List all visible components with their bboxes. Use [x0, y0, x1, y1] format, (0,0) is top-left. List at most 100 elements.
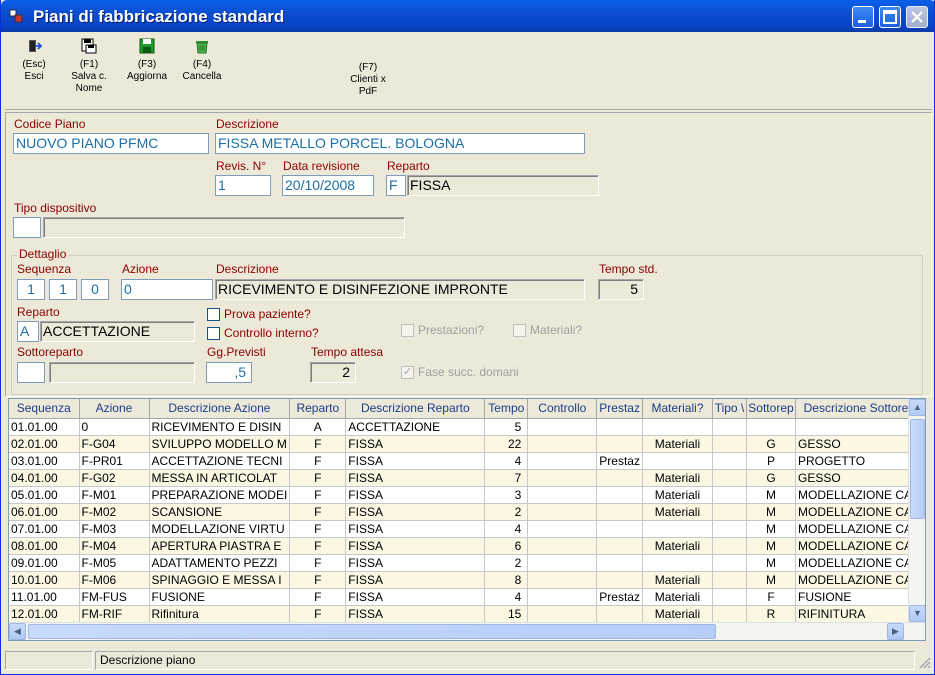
column-header[interactable]: Azione [79, 399, 150, 419]
table-cell[interactable]: 4 [484, 520, 529, 538]
table-cell[interactable]: FM-RIF [79, 605, 150, 623]
table-cell[interactable] [642, 452, 713, 470]
table-cell[interactable]: 11.01.00 [9, 588, 80, 606]
scroll-down-button[interactable]: ▼ [909, 605, 925, 622]
table-cell[interactable]: FISSA [345, 520, 486, 538]
table-cell[interactable]: RICEVIMENTO E DISIN [149, 418, 291, 436]
table-cell[interactable]: F [289, 452, 347, 470]
column-header[interactable]: Descrizione Reparto [345, 399, 486, 419]
table-cell[interactable]: MODELLAZIONE VIRTU [149, 520, 291, 538]
column-header[interactable]: Controllo [527, 399, 598, 419]
table-cell[interactable]: FISSA [345, 503, 486, 521]
table-cell[interactable]: MESSA IN ARTICOLAT [149, 469, 291, 487]
table-cell[interactable]: F-G02 [79, 469, 150, 487]
sequenza-2-field[interactable]: 1 [49, 279, 77, 300]
table-cell[interactable]: R [746, 605, 796, 623]
table-cell[interactable]: Rifinitura [149, 605, 291, 623]
table-cell[interactable] [712, 469, 747, 487]
reparto-code-field[interactable]: F [386, 175, 406, 196]
table-cell[interactable] [527, 469, 598, 487]
update-button[interactable]: (F3) Aggiorna [123, 38, 171, 83]
vertical-scrollbar[interactable]: ▲ ▼ [908, 399, 925, 623]
table-cell[interactable]: ACCETTAZIONE [345, 418, 486, 436]
table-cell[interactable] [712, 418, 747, 436]
column-header[interactable]: Tempo [484, 399, 529, 419]
table-cell[interactable]: FISSA [345, 537, 486, 555]
table-cell[interactable]: Materiali [642, 469, 713, 487]
table-cell[interactable]: F [289, 469, 347, 487]
table-cell[interactable]: F-M03 [79, 520, 150, 538]
table-cell[interactable]: 5 [484, 418, 529, 436]
title-bar[interactable]: Piani di fabbricazione standard [1, 0, 934, 32]
delete-button[interactable]: (F4) Cancella [179, 38, 225, 83]
table-cell[interactable] [527, 605, 598, 623]
table-cell[interactable] [596, 520, 643, 538]
table-cell[interactable] [712, 452, 747, 470]
table-cell[interactable]: F [289, 537, 347, 555]
table-cell[interactable]: 4 [484, 452, 529, 470]
table-cell[interactable]: SPINAGGIO E MESSA I [149, 571, 291, 589]
table-cell[interactable]: ACCETTAZIONE TECNI [149, 452, 291, 470]
table-cell[interactable]: 4 [484, 588, 529, 606]
revisione-field[interactable]: 1 [215, 175, 271, 196]
column-header[interactable]: Materiali? [642, 399, 713, 419]
table-cell[interactable]: 02.01.00 [9, 435, 80, 453]
table-cell[interactable]: Materiali [642, 435, 713, 453]
table-cell[interactable] [527, 520, 598, 538]
table-row[interactable]: 02.01.00 F-G04 SVILUPPO MODELLO M F FISSA 22 M… [9, 435, 924, 453]
codice-piano-field[interactable]: NUOVO PIANO PFMC [13, 133, 209, 154]
table-cell[interactable]: M [746, 486, 796, 504]
minimize-button[interactable] [852, 6, 874, 28]
scroll-up-button[interactable]: ▲ [909, 399, 925, 416]
table-cell[interactable]: Materiali [642, 605, 713, 623]
column-header[interactable]: Prestaz [596, 399, 643, 419]
table-cell[interactable]: F [289, 588, 347, 606]
table-cell[interactable]: 08.01.00 [9, 537, 80, 555]
table-cell[interactable]: 09.01.00 [9, 554, 80, 572]
table-cell[interactable] [527, 588, 598, 606]
column-header[interactable]: Sequenza [9, 399, 80, 419]
tipo-dispositivo-code-field[interactable] [13, 217, 41, 238]
detail-reparto-code-field[interactable]: A [17, 321, 39, 342]
table-cell[interactable] [527, 486, 598, 504]
table-cell[interactable]: F [289, 503, 347, 521]
table-cell[interactable]: M [746, 503, 796, 521]
table-cell[interactable]: MODELLAZIONE CAD [795, 486, 924, 504]
close-button[interactable] [906, 6, 928, 28]
horizontal-scrollbar[interactable]: ◀ ▶ [9, 622, 925, 640]
table-row[interactable]: 08.01.00 F-M04 APERTURA PIASTRA E F FISSA 6 Ma… [9, 537, 924, 555]
table-row[interactable]: 05.01.00 F-M01 PREPARAZIONE MODEI F FISSA 3 Ma… [9, 486, 924, 504]
table-cell[interactable]: Materiali [642, 503, 713, 521]
table-cell[interactable]: F-M05 [79, 554, 150, 572]
table-cell[interactable] [712, 588, 747, 606]
vertical-scroll-thumb[interactable] [910, 419, 925, 519]
table-cell[interactable]: A [289, 418, 347, 436]
table-cell[interactable]: F [289, 435, 347, 453]
table-cell[interactable]: 2 [484, 503, 529, 521]
table-cell[interactable]: FISSA [345, 435, 486, 453]
table-cell[interactable]: Prestaz [596, 452, 643, 470]
table-cell[interactable] [596, 503, 643, 521]
table-cell[interactable]: F-M06 [79, 571, 150, 589]
table-cell[interactable] [527, 503, 598, 521]
column-header[interactable]: Tipo \ [712, 399, 747, 419]
table-cell[interactable] [527, 452, 598, 470]
table-cell[interactable]: 22 [484, 435, 529, 453]
table-cell[interactable]: FISSA [345, 486, 486, 504]
table-cell[interactable]: M [746, 571, 796, 589]
column-header[interactable]: Sottorep [746, 399, 796, 419]
table-cell[interactable]: F [289, 520, 347, 538]
gg-previsti-field[interactable]: ,5 [206, 362, 252, 383]
table-cell[interactable] [712, 605, 747, 623]
table-cell[interactable]: FISSA [345, 571, 486, 589]
table-cell[interactable]: FISSA [345, 554, 486, 572]
table-cell[interactable]: G [746, 435, 796, 453]
table-cell[interactable]: G [746, 469, 796, 487]
table-cell[interactable] [712, 486, 747, 504]
checkbox-box[interactable] [207, 307, 220, 321]
table-cell[interactable]: 10.01.00 [9, 571, 80, 589]
table-cell[interactable]: FISSA [345, 469, 486, 487]
table-cell[interactable]: F [289, 605, 347, 623]
table-cell[interactable]: M [746, 554, 796, 572]
table-cell[interactable]: F-M04 [79, 537, 150, 555]
